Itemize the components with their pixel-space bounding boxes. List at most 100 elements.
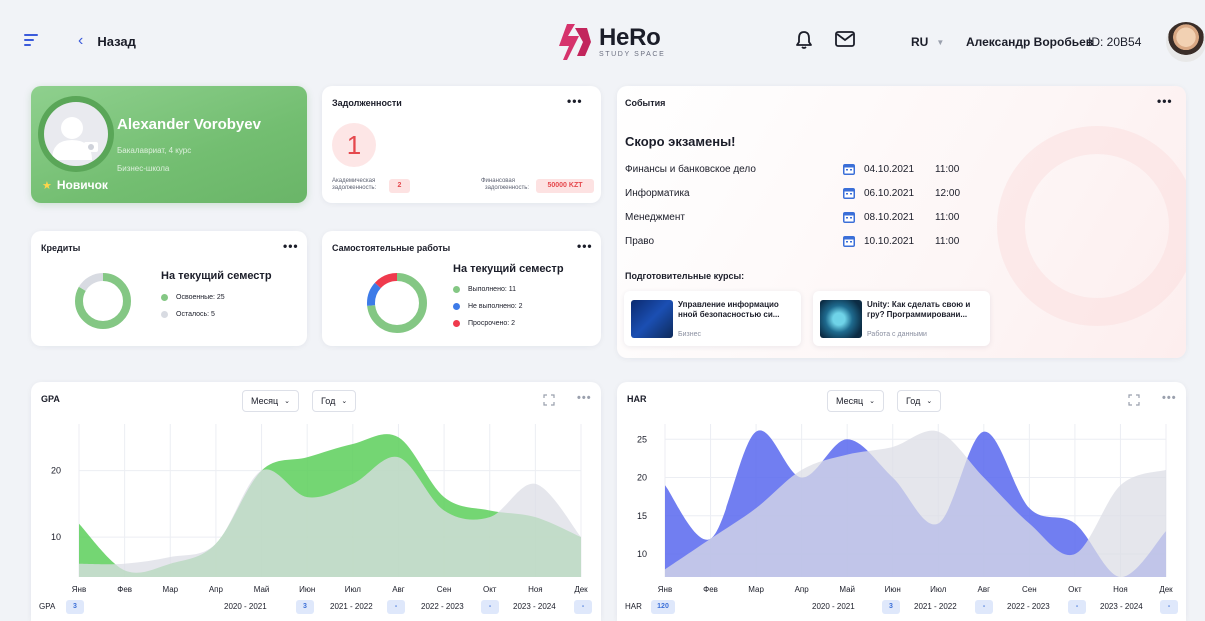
x-tick-label: Янв (658, 585, 672, 594)
debts-card: Задолженности ••• 1 Академическая задолж… (322, 86, 601, 203)
more-icon[interactable]: ••• (283, 239, 299, 253)
credits-semester: На текущий семестр (161, 270, 272, 282)
course-category: Работа с данными (867, 331, 927, 338)
exam-time: 12:00 (935, 188, 961, 199)
x-tick-label: Дек (1159, 585, 1173, 594)
course-card[interactable]: Unity: Как сделать свою и гру? Программи… (813, 291, 990, 346)
year-label: 2020 - 2021 (812, 602, 855, 611)
har-stats: HAR 120 2020 - 2021 3 2021 - 2022 - 2022… (617, 597, 1186, 617)
debt-count: 1 (332, 123, 376, 167)
hero-logo-icon (559, 24, 591, 60)
year-pill: 3 (296, 600, 314, 614)
year-pill: - (975, 600, 993, 614)
legend-dot (161, 294, 168, 301)
works-card: Самостоятельные работы ••• На текущий се… (322, 231, 601, 346)
profile-degree: Бакалавриат, 4 курс (117, 146, 192, 155)
exam-date: 08.10.2021 (864, 212, 915, 223)
more-icon[interactable]: ••• (567, 94, 583, 108)
x-tick-label: Фев (703, 585, 718, 594)
logo-name: HeRo (599, 23, 661, 51)
gpa-chart: 10 20 Янв Фев Мар Апр Май Июн Июл Авг Сен Окт Ноя Дек (51, 424, 588, 594)
x-tick-label: Ноя (1113, 585, 1128, 594)
x-tick-label: Май (839, 585, 855, 594)
year-pill: - (1068, 600, 1086, 614)
x-tick-label: Ноя (528, 585, 543, 594)
course-title: Управление информацио нной безопасностью… (678, 300, 780, 319)
legend-dot (453, 303, 460, 310)
course-title: Unity: Как сделать свою и гру? Программи… (867, 300, 971, 319)
menu-icon[interactable] (24, 34, 38, 46)
top-header: ‹ Назад HeRo STUDY SPACE RU ▼ Александр … (0, 0, 1205, 84)
exam-date: 10.10.2021 (864, 236, 915, 247)
back-button[interactable]: ‹ Назад (78, 33, 136, 49)
exam-name: Финансы и банковское дело (625, 164, 756, 175)
stat-label: GPA (39, 602, 56, 611)
y-tick-label: 10 (51, 532, 61, 542)
language-select[interactable]: RU ▼ (911, 35, 944, 49)
gpa-chart-card: GPA Месяц ⌄ Год ⌄ ••• 10 20 Янв Фев Мар Апр Май И… (31, 382, 601, 621)
camera-icon (84, 142, 98, 152)
year-pill: - (387, 600, 405, 614)
rank-label: Новичок (56, 178, 108, 192)
credits-title: Кредиты (41, 243, 81, 253)
logo[interactable]: HeRo STUDY SPACE (553, 22, 665, 62)
user-avatar[interactable] (1166, 22, 1205, 62)
legend-remaining: Осталось: 5 (161, 311, 215, 318)
profile-photo[interactable] (44, 102, 108, 166)
bell-icon[interactable] (795, 30, 813, 50)
x-tick-label: Сен (437, 585, 452, 594)
more-icon[interactable]: ••• (1157, 94, 1173, 108)
legend-dot (453, 286, 460, 293)
legend-done: Выполнено: 11 (453, 286, 516, 293)
profile-school: Бизнес-школа (117, 164, 170, 173)
exam-date: 04.10.2021 (864, 164, 915, 175)
exam-row[interactable]: Информатика 06.10.2021 12:00 (625, 186, 1185, 202)
logo-subtitle: STUDY SPACE (599, 50, 666, 58)
financial-debt-badge: 50000 KZT (536, 179, 594, 193)
events-heading: Скоро экзамены! (625, 134, 736, 149)
x-tick-label: Июл (345, 585, 362, 594)
year-pill: - (481, 600, 499, 614)
legend-label: Выполнено: 11 (468, 286, 516, 293)
works-donut (367, 273, 427, 333)
y-tick-label: 15 (637, 511, 647, 521)
legend-label: Освоенные: 25 (176, 294, 225, 301)
course-thumbnail (631, 300, 673, 338)
chevron-left-icon: ‹ (78, 32, 84, 49)
year-pill: - (1160, 600, 1178, 614)
exam-row[interactable]: Право 10.10.2021 11:00 (625, 234, 1185, 250)
academic-debt-badge: 2 (389, 179, 410, 193)
exam-row[interactable]: Менеджмент 08.10.2021 11:00 (625, 210, 1185, 226)
x-tick-label: Апр (209, 585, 224, 594)
calendar-icon (843, 164, 855, 175)
year-label: 2020 - 2021 (224, 602, 267, 611)
calendar-icon (843, 236, 855, 247)
har-chart-card: HAR Месяц ⌄ Год ⌄ ••• 10 15 20 25 Янв Фев Мар Апр… (617, 382, 1186, 621)
legend-dot (161, 311, 168, 318)
caret-down-icon: ▼ (936, 37, 945, 47)
mail-icon[interactable] (835, 31, 855, 47)
profile-name: Alexander Vorobyev (117, 116, 261, 133)
year-label: 2021 - 2022 (330, 602, 373, 611)
x-tick-label: Окт (1068, 585, 1082, 594)
more-icon[interactable]: ••• (577, 239, 593, 253)
events-title: События (625, 98, 666, 108)
stat-label: HAR (625, 602, 642, 611)
course-card[interactable]: Управление информацио нной безопасностью… (624, 291, 801, 346)
x-tick-label: Янв (72, 585, 86, 594)
profile-rank: ★ Новичок (42, 178, 108, 192)
x-tick-label: Июл (930, 585, 947, 594)
star-icon: ★ (42, 179, 52, 192)
year-label: 2022 - 2023 (421, 602, 464, 611)
back-label: Назад (97, 33, 136, 49)
x-tick-label: Авг (978, 585, 991, 594)
stat-pill: 120 (651, 600, 675, 614)
exam-row[interactable]: Финансы и банковское дело 04.10.2021 11:… (625, 162, 1185, 178)
x-tick-label: Мар (748, 585, 764, 594)
events-card: События ••• Скоро экзамены! Финансы и ба… (617, 86, 1186, 358)
credits-card: Кредиты ••• На текущий семестр Освоенные… (31, 231, 307, 346)
x-tick-label: Май (254, 585, 270, 594)
course-category: Бизнес (678, 331, 701, 338)
x-tick-label: Дек (574, 585, 588, 594)
x-tick-label: Окт (483, 585, 497, 594)
